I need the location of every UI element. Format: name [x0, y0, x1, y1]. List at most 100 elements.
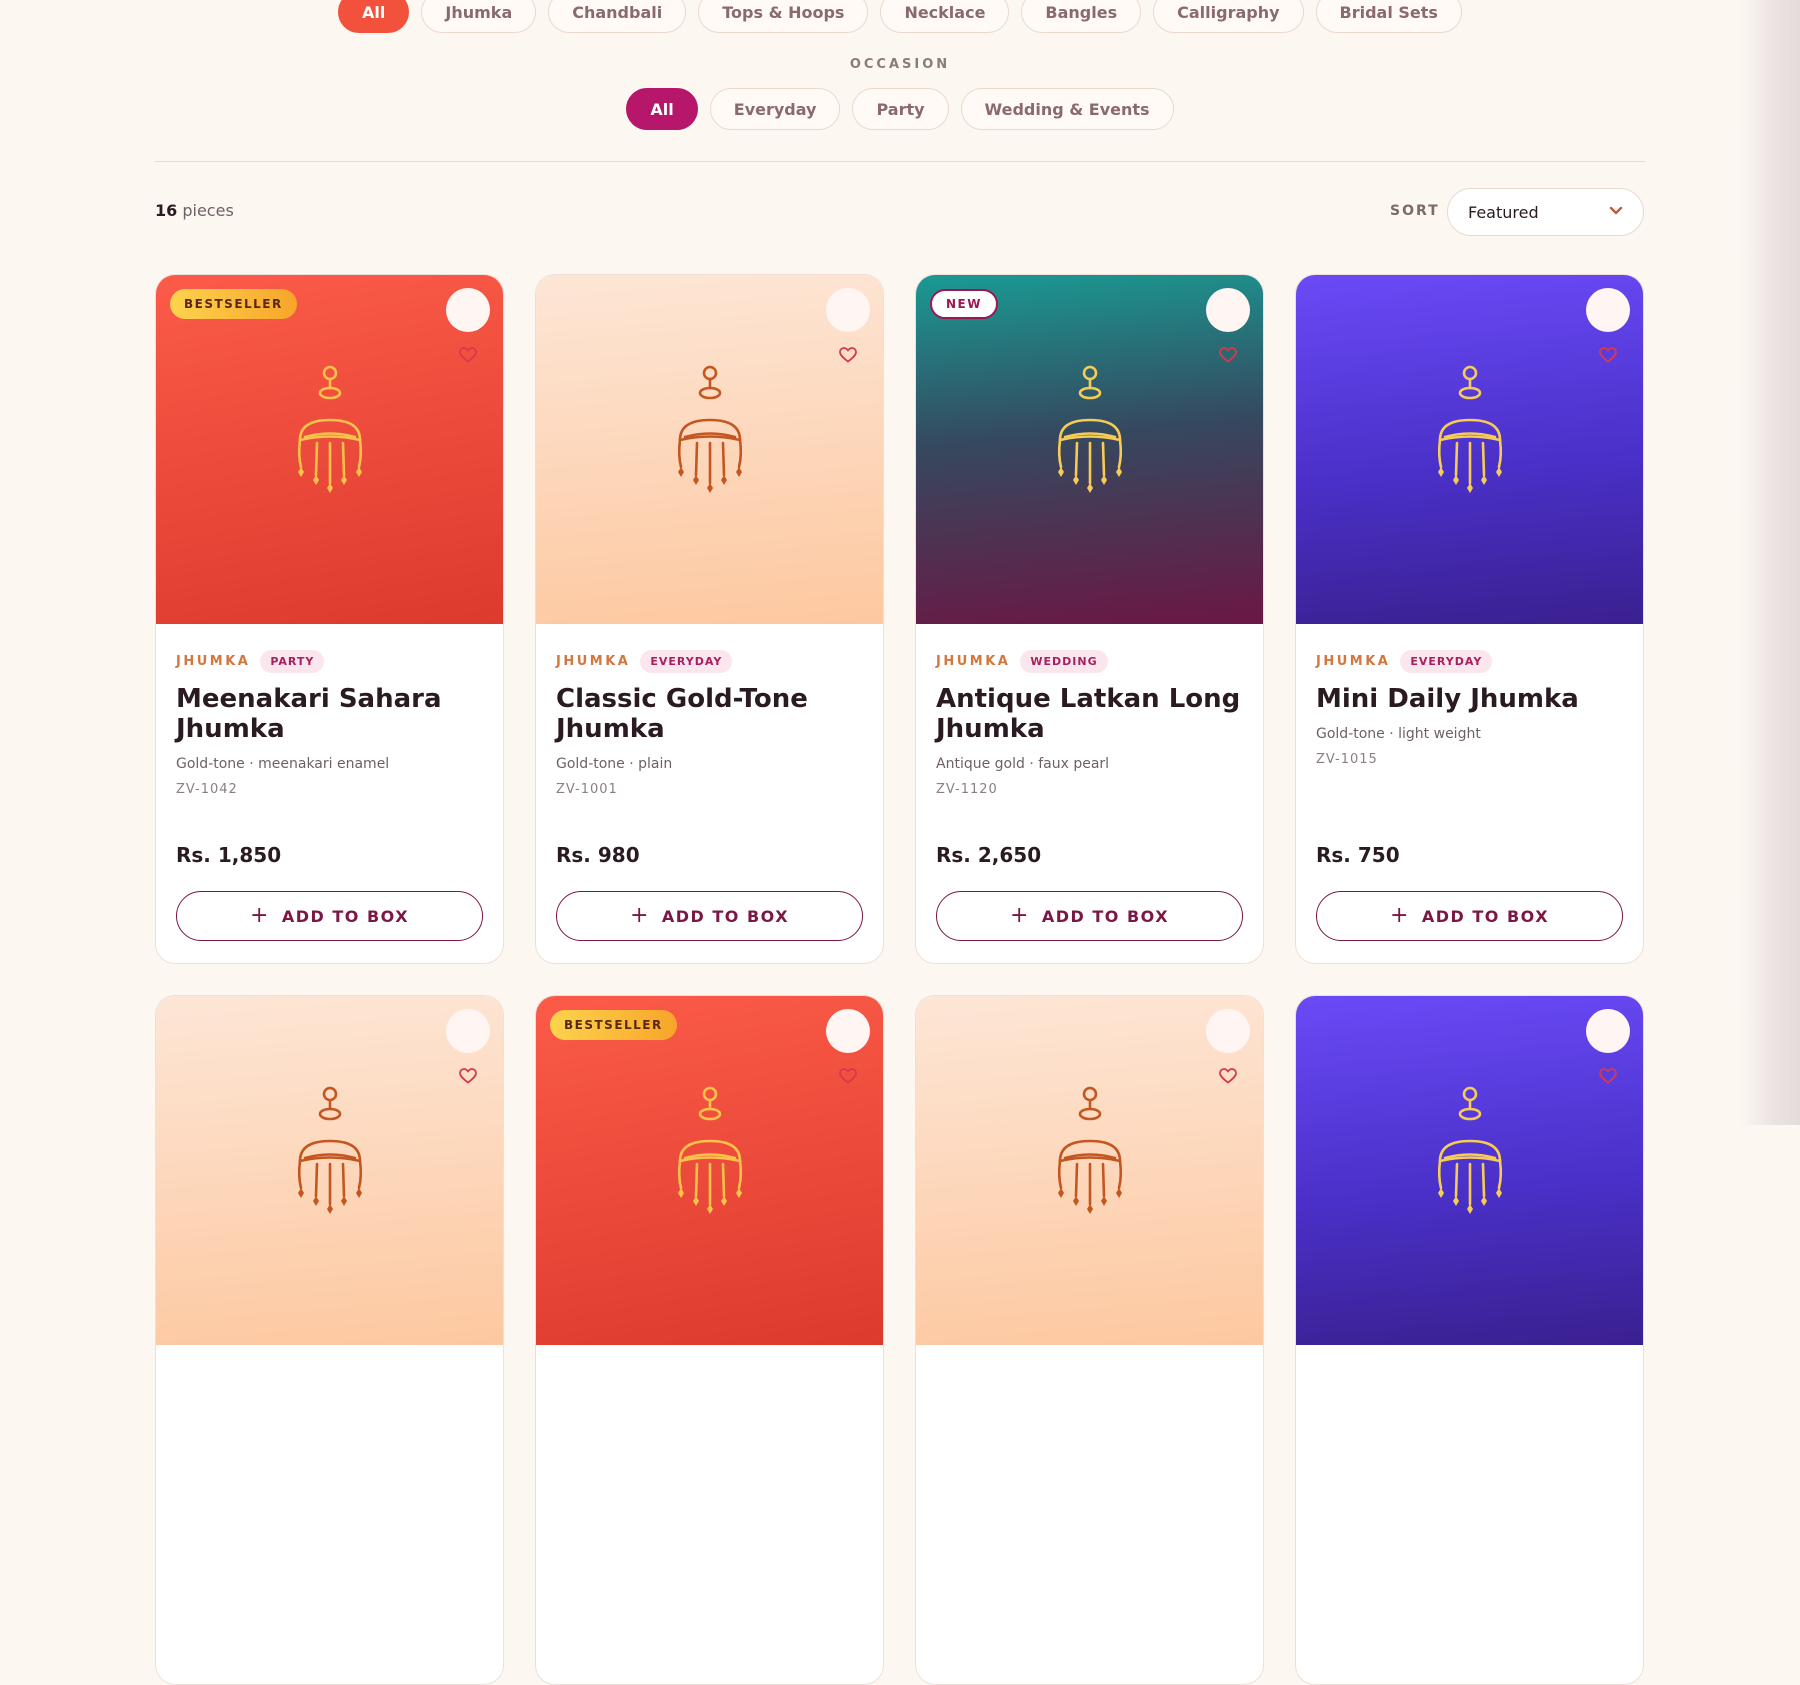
product-image[interactable] [916, 996, 1263, 1345]
product-occasion-tag: EVERYDAY [1400, 649, 1493, 673]
divider [155, 161, 1645, 162]
plus-icon: + [629, 903, 650, 928]
add-to-box-button[interactable]: + ADD TO BOX [556, 891, 863, 941]
product-title[interactable]: Antique Latkan Long Jhumka [936, 684, 1243, 744]
wishlist-button[interactable] [1206, 288, 1250, 363]
jhumka-icon [1057, 1086, 1122, 1214]
product-tags: JHUMKA EVERYDAY [556, 648, 863, 674]
product-description: Gold-tone · plain [556, 756, 673, 772]
product-image[interactable]: BESTSELLER [536, 996, 883, 1345]
jhumka-icon [1057, 365, 1122, 493]
product-image[interactable] [1296, 275, 1643, 624]
product-badge: BESTSELLER [170, 289, 297, 319]
sort-label: SORT [1390, 203, 1440, 219]
heart-icon [1219, 275, 1237, 363]
product-grid: BESTSELLER JHUMKA PARTY Meenakari Sahara Jh… [155, 274, 1644, 1685]
product-category: JHUMKA [176, 653, 251, 669]
wishlist-button[interactable] [1586, 288, 1630, 363]
edge-shadow [1740, 0, 1800, 1125]
wishlist-button[interactable] [826, 1009, 870, 1084]
occasion-chip-party[interactable]: Party [852, 88, 949, 130]
filter-chip-bridal-sets[interactable]: Bridal Sets [1315, 0, 1462, 33]
sort-select[interactable]: Featured [1447, 188, 1644, 236]
product-card[interactable]: BESTSELLER [535, 995, 884, 1685]
occasion-label: OCCASION [849, 57, 951, 72]
plus-icon: + [1009, 903, 1030, 928]
product-sku: ZV-1042 [176, 782, 238, 797]
product-badge: BESTSELLER [550, 1010, 677, 1040]
occasion-chip-everyday[interactable]: Everyday [709, 88, 841, 130]
product-price: Rs. 750 [1316, 843, 1400, 867]
product-card[interactable] [915, 995, 1264, 1685]
product-card[interactable]: JHUMKA EVERYDAY Classic Gold-Tone Jhumka Go… [535, 274, 884, 964]
jhumka-icon [1437, 1086, 1502, 1214]
sort-value: Featured [1468, 202, 1539, 222]
jhumka-icon [677, 365, 742, 493]
filter-chip-calligraphy[interactable]: Calligraphy [1153, 0, 1304, 33]
product-tags: JHUMKA EVERYDAY [1316, 648, 1623, 674]
product-description: Gold-tone · light weight [1316, 726, 1481, 742]
product-title[interactable]: Mini Daily Jhumka [1316, 684, 1623, 714]
heart-icon [459, 275, 477, 363]
plus-icon: + [1389, 903, 1410, 928]
wishlist-button[interactable] [1206, 1009, 1250, 1084]
product-category: JHUMKA [556, 653, 631, 669]
wishlist-button[interactable] [446, 1009, 490, 1084]
jhumka-icon [297, 365, 362, 493]
occasion-chip-all[interactable]: All [626, 88, 698, 130]
filter-chip-chandbali[interactable]: Chandbali [548, 0, 687, 33]
product-image[interactable] [536, 275, 883, 624]
product-occasion-tag: PARTY [260, 649, 325, 673]
results-count-number: 16 [155, 201, 178, 220]
occasion-filter-row: All Everyday Party Wedding & Events [0, 88, 1800, 130]
product-price: Rs. 980 [556, 843, 640, 867]
heart-icon [1219, 996, 1237, 1084]
product-info: JHUMKA EVERYDAY Classic Gold-Tone Jhumka Go… [536, 624, 883, 797]
filter-chip-necklace[interactable]: Necklace [880, 0, 1010, 33]
product-card[interactable]: NEW JHUMKA WEDDING Antique Latkan Long Jhum… [915, 274, 1264, 964]
jhumka-icon [297, 1086, 362, 1214]
product-price: Rs. 1,850 [176, 843, 282, 867]
product-sku: ZV-1015 [1316, 752, 1378, 767]
product-tags: JHUMKA PARTY [176, 648, 483, 674]
product-image[interactable] [1296, 996, 1643, 1345]
results-count: 16 pieces [155, 201, 234, 220]
add-to-box-label: ADD TO BOX [1421, 906, 1550, 926]
product-category: JHUMKA [936, 653, 1011, 669]
product-badge: NEW [930, 289, 998, 319]
filter-chip-all[interactable]: All [338, 0, 410, 33]
wishlist-button[interactable] [1586, 1009, 1630, 1084]
product-card[interactable] [1295, 995, 1644, 1685]
product-image[interactable]: BESTSELLER [156, 275, 503, 624]
product-image[interactable]: NEW [916, 275, 1263, 624]
product-description: Gold-tone · meenakari enamel [176, 756, 390, 772]
add-to-box-button[interactable]: + ADD TO BOX [176, 891, 483, 941]
occasion-chip-wedding-events[interactable]: Wedding & Events [960, 88, 1174, 130]
product-occasion-tag: EVERYDAY [640, 649, 733, 673]
product-title[interactable]: Classic Gold-Tone Jhumka [556, 684, 863, 744]
product-title[interactable]: Meenakari Sahara Jhumka [176, 684, 483, 744]
product-price: Rs. 2,650 [936, 843, 1042, 867]
filter-chip-bangles[interactable]: Bangles [1021, 0, 1142, 33]
heart-icon [839, 996, 857, 1084]
results-count-unit: pieces [182, 201, 234, 220]
product-sku: ZV-1001 [556, 782, 618, 797]
add-to-box-button[interactable]: + ADD TO BOX [936, 891, 1243, 941]
wishlist-button[interactable] [826, 288, 870, 363]
product-info: JHUMKA WEDDING Antique Latkan Long Jhumka A… [916, 624, 1263, 797]
product-card[interactable] [155, 995, 504, 1685]
heart-icon [839, 275, 857, 363]
product-card[interactable]: BESTSELLER JHUMKA PARTY Meenakari Sahara Jh… [155, 274, 504, 964]
product-image[interactable] [156, 996, 503, 1345]
jhumka-icon [677, 1086, 742, 1214]
plus-icon: + [249, 903, 270, 928]
filter-chip-jhumka[interactable]: Jhumka [421, 0, 537, 33]
product-description: Antique gold · faux pearl [936, 756, 1110, 772]
product-category: JHUMKA [1316, 653, 1391, 669]
product-card[interactable]: JHUMKA EVERYDAY Mini Daily Jhumka Gold-tone… [1295, 274, 1644, 964]
add-to-box-button[interactable]: + ADD TO BOX [1316, 891, 1623, 941]
type-filter-row: All Jhumka Chandbali Tops & Hoops Neckla… [0, 0, 1800, 33]
wishlist-button[interactable] [446, 288, 490, 363]
product-info: JHUMKA EVERYDAY Mini Daily Jhumka Gold-tone… [1296, 624, 1643, 767]
filter-chip-tops-hoops[interactable]: Tops & Hoops [698, 0, 869, 33]
